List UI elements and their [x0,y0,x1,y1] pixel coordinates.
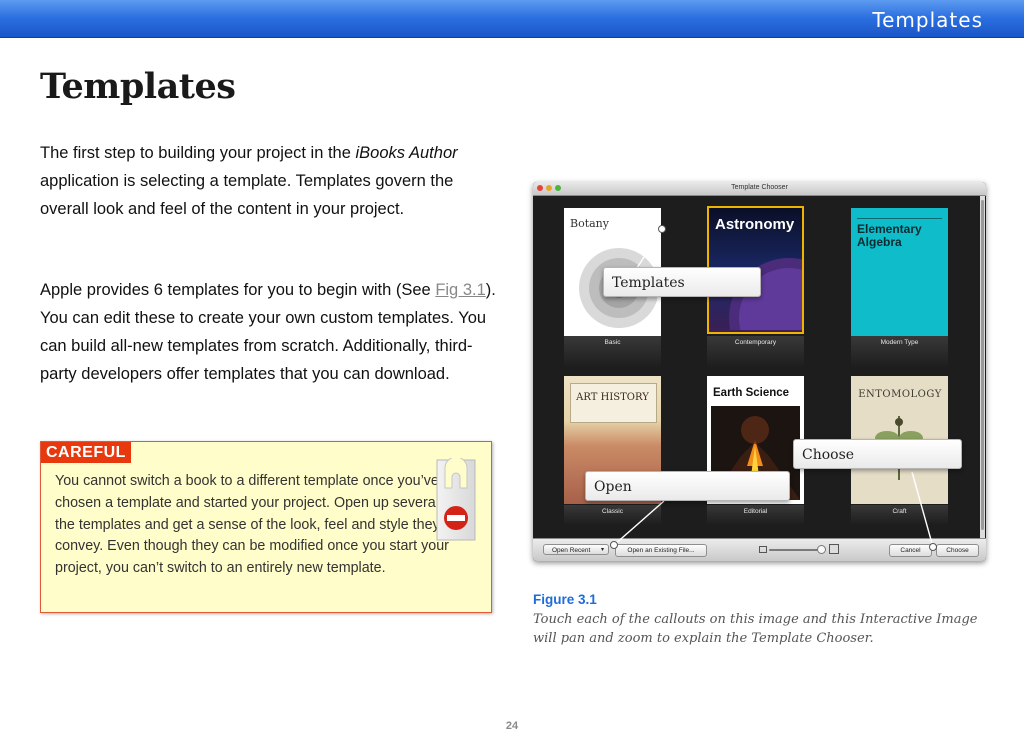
cover-title: Earth Science [713,387,790,399]
cover-title: ART HISTORY [576,392,649,403]
intro-paragraph: The first step to building your project … [40,139,500,223]
section-title: Templates [872,8,983,32]
page-title: Templates [40,66,236,107]
page-number: 24 [505,720,519,732]
template-label-editorial[interactable]: Editorial [707,508,804,515]
callout-open[interactable]: Open [585,471,790,501]
open-existing-file-button[interactable]: Open an Existing File... [615,544,707,557]
careful-label: CAREFUL [41,442,131,463]
do-not-disturb-door-hanger-icon [436,458,476,541]
callout-choose[interactable]: Choose [793,439,962,469]
cover-title: ENTOMOLOGY [858,389,942,400]
cover-title: Elementary Algebra [857,222,922,249]
top-header-bar: Templates [0,0,1024,38]
title-plate [570,383,657,423]
cover-title: Botany [570,217,609,230]
template-modern-type-cover: Elementary Algebra [851,208,948,336]
figure-caption-title: Figure 3.1 [533,592,597,607]
window-titlebar: Template Chooser [533,182,986,196]
chooser-bottom-bar: Open Recent ▾ Open an Existing File... C… [533,538,986,561]
intro-text-end: application is selecting a template. Tem… [40,172,454,218]
templates-text-start: Apple provides 6 templates for you to be… [40,281,436,299]
small-thumbnail-icon [759,546,767,553]
open-recent-label: Open Recent [552,547,591,554]
dropdown-arrow-icon: ▾ [600,547,604,553]
window-title: Template Chooser [731,184,788,191]
careful-box: CAREFUL You cannot switch a book to a di… [40,441,492,613]
figure-caption-text: Touch each of the callouts on this image… [533,612,978,646]
templates-paragraph: Apple provides 6 templates for you to be… [40,276,500,388]
template-label-basic[interactable]: Basic [564,339,661,346]
rule-line [857,218,942,219]
template-label-contemporary[interactable]: Contemporary [707,339,804,346]
zoom-slider[interactable] [769,549,823,551]
zoom-slider-knob[interactable] [817,545,826,554]
template-label-classic[interactable]: Classic [564,508,661,515]
app-name: iBooks Author [355,144,458,162]
template-label-craft[interactable]: Craft [851,508,948,515]
large-thumbnail-icon [829,544,839,554]
scrollbar-thumb [981,200,984,530]
figure-link[interactable]: Fig 3.1 [435,281,485,299]
template-chooser-screenshot[interactable]: Template Chooser Botany Astronomy Elemen… [533,182,986,561]
choose-button[interactable]: Choose [936,544,979,557]
callout-templates[interactable]: Templates [603,267,761,297]
intro-text-start: The first step to building your project … [40,144,356,162]
cover-title: Astronomy [715,216,795,233]
cancel-button[interactable]: Cancel [889,544,932,557]
careful-text: You cannot switch a book to a different … [55,473,455,577]
open-recent-button[interactable]: Open Recent ▾ [543,544,609,555]
template-label-modern-type[interactable]: Modern Type [851,339,948,346]
